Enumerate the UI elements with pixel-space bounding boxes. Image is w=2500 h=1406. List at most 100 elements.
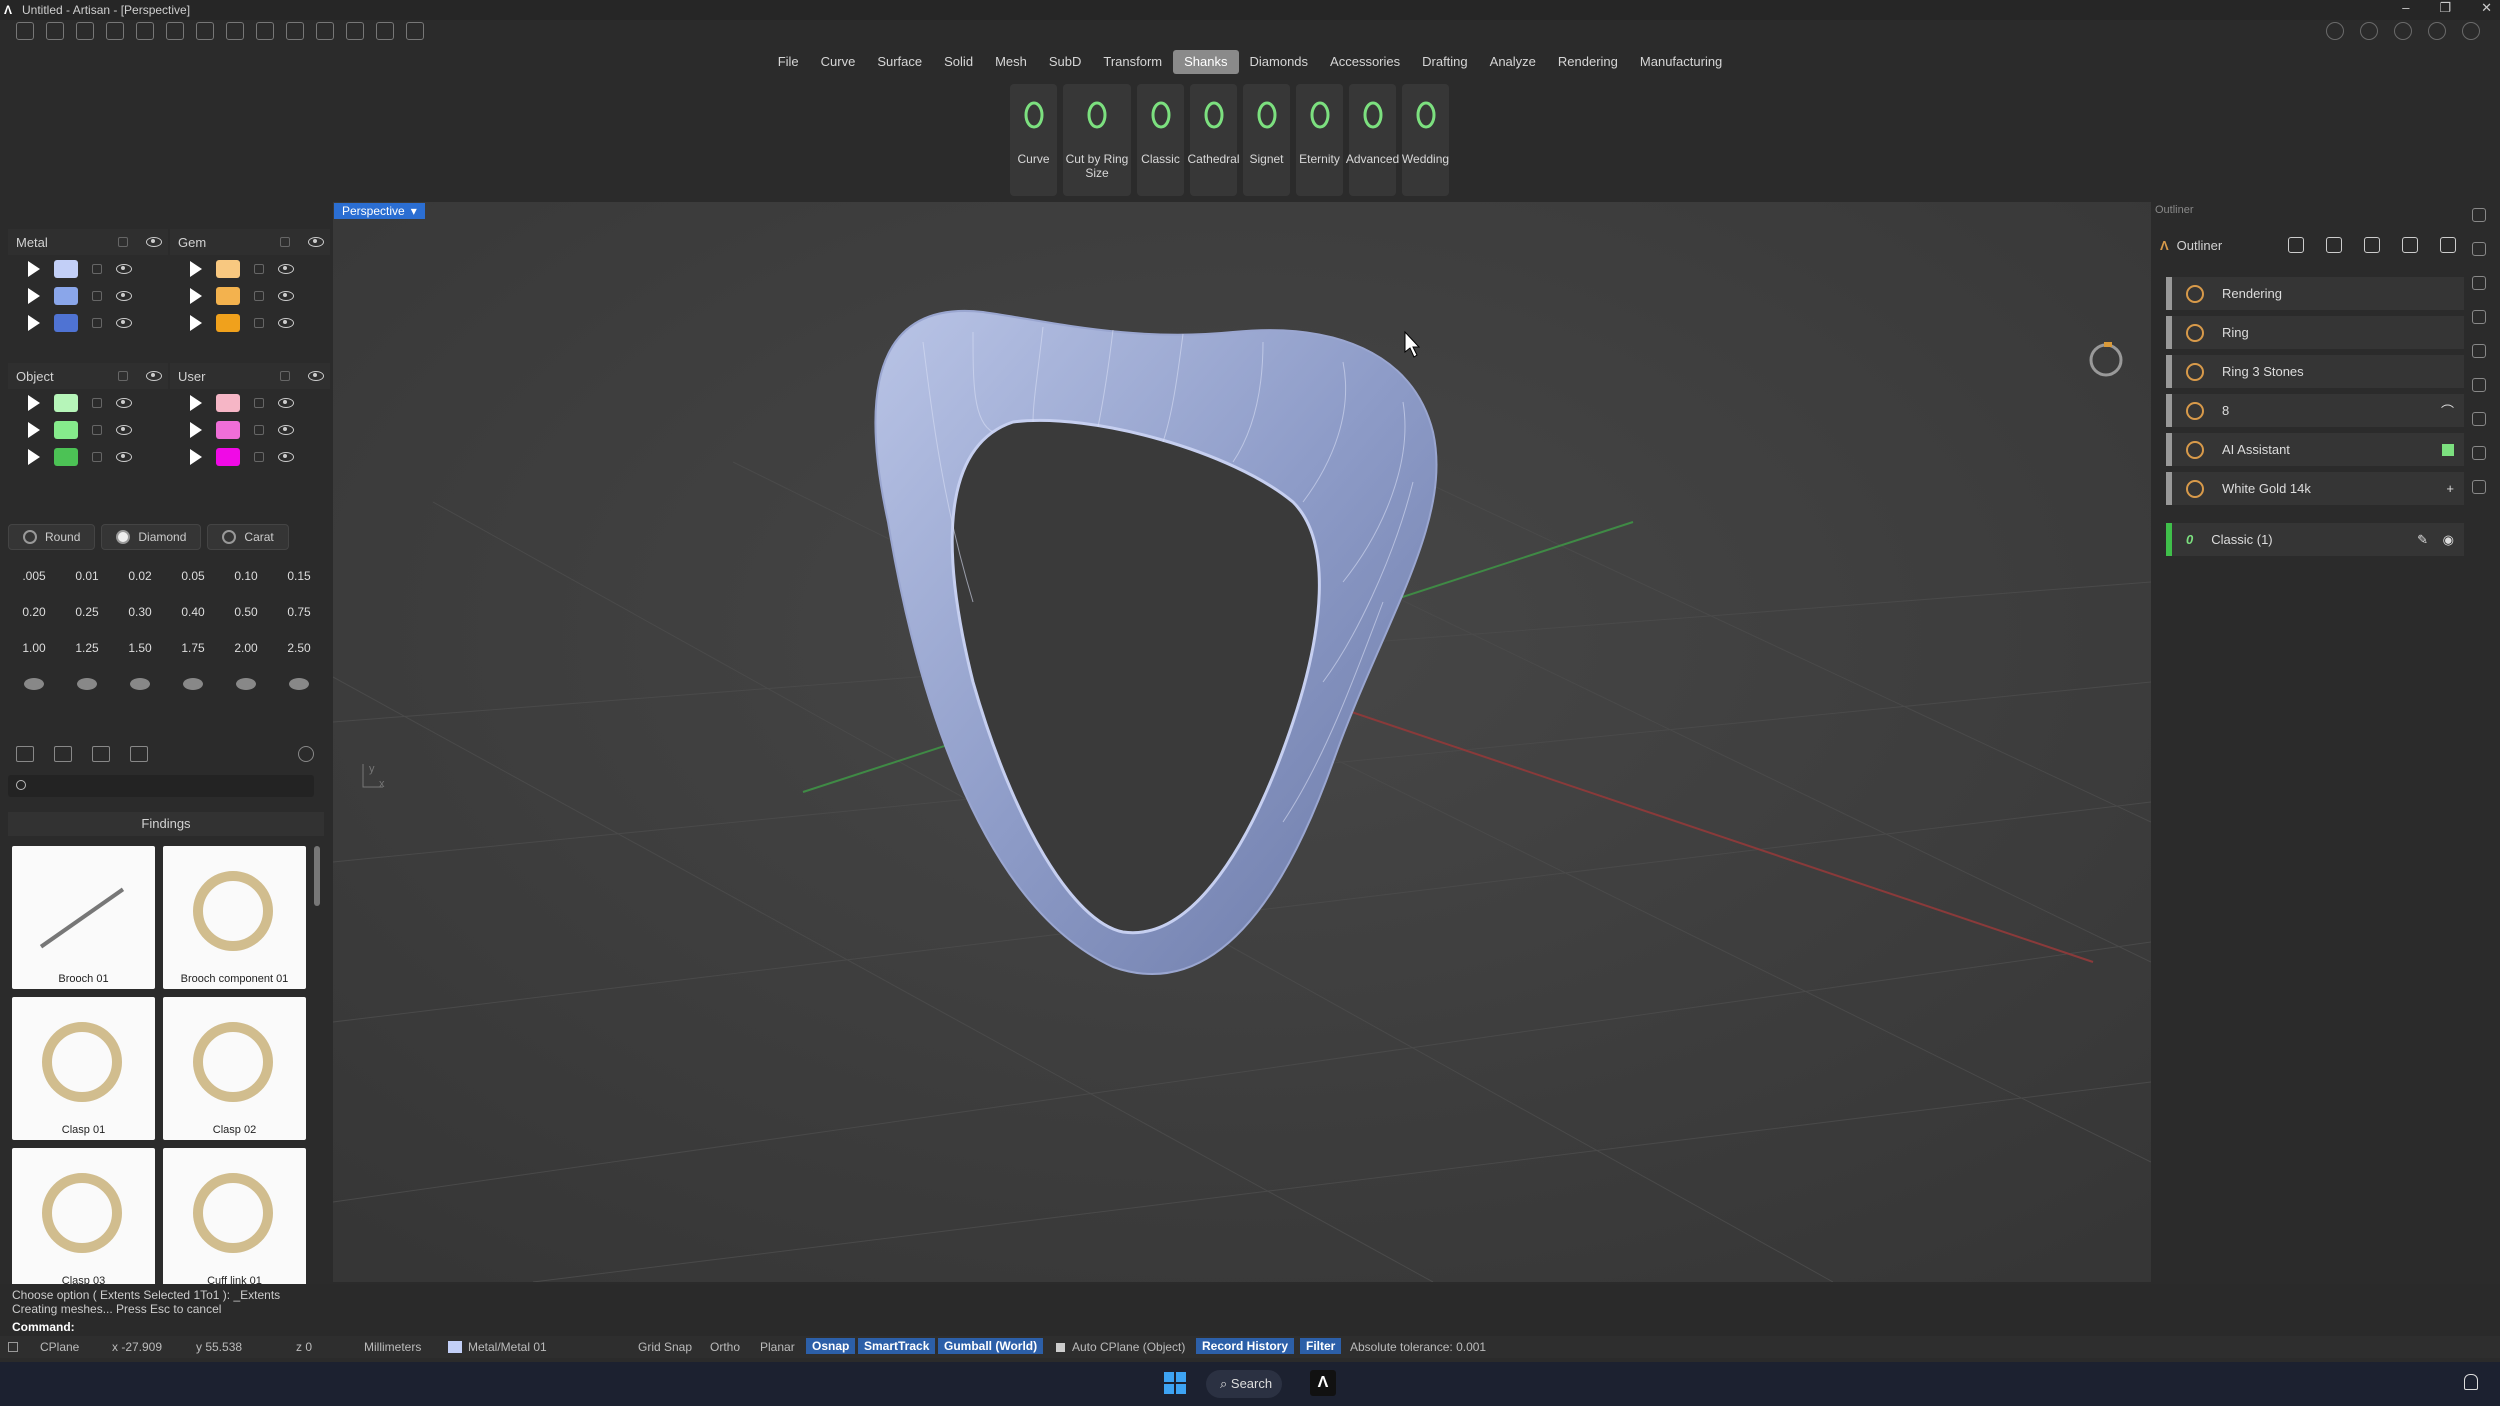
- lock-icon[interactable]: [254, 451, 264, 462]
- display-icon[interactable]: [2472, 412, 2486, 426]
- menu-item-mesh[interactable]: Mesh: [984, 50, 1038, 74]
- lock-icon[interactable]: [118, 371, 128, 381]
- lock-icon[interactable]: [254, 290, 264, 301]
- lock-icon[interactable]: [92, 317, 102, 328]
- eye-icon[interactable]: [308, 371, 324, 381]
- menu-item-shanks[interactable]: Shanks: [1173, 50, 1239, 74]
- artisan-side-icon[interactable]: [2472, 276, 2486, 290]
- expand-icon[interactable]: [190, 314, 202, 331]
- outliner-item[interactable]: 8 ⌒: [2166, 394, 2464, 427]
- gem-shape-dropdown[interactable]: Round: [8, 524, 96, 550]
- new-file-icon[interactable]: [16, 22, 34, 40]
- osnap-toggle[interactable]: Osnap: [806, 1338, 856, 1354]
- finding-thumbnail[interactable]: Cuff link 01: [163, 1148, 306, 1291]
- eye-icon[interactable]: ◉: [2443, 532, 2454, 548]
- layer-row[interactable]: [170, 443, 330, 470]
- expand-icon[interactable]: [190, 394, 202, 411]
- folder-image-icon[interactable]: [92, 746, 110, 762]
- settings-icon[interactable]: [2462, 22, 2480, 40]
- layer-row[interactable]: [170, 282, 330, 309]
- gem-size-button[interactable]: 2.00: [220, 635, 272, 661]
- menu-item-analyze[interactable]: Analyze: [1479, 50, 1547, 74]
- gem-cut-shape-icon[interactable]: [114, 671, 166, 697]
- layer-color-swatch[interactable]: [216, 393, 240, 412]
- gumball-toggle[interactable]: Gumball (World): [938, 1338, 1044, 1354]
- layer-row[interactable]: [170, 309, 330, 336]
- gem-size-button[interactable]: .005: [8, 563, 60, 589]
- assistant-status-icon[interactable]: [2442, 443, 2454, 456]
- layer-row[interactable]: [8, 282, 168, 309]
- finding-thumbnail[interactable]: Brooch component 01: [163, 846, 306, 989]
- outliner-object-row[interactable]: 0 Classic (1) ✎ ◉: [2166, 523, 2464, 556]
- refresh-icon[interactable]: [2402, 237, 2418, 253]
- brush-icon[interactable]: [2472, 378, 2486, 392]
- current-layer[interactable]: Metal/Metal 01: [468, 1340, 547, 1354]
- layer-color-swatch[interactable]: [54, 447, 78, 466]
- undo-icon[interactable]: [136, 22, 154, 40]
- command-prompt[interactable]: Command:: [12, 1320, 75, 1334]
- finding-thumbnail[interactable]: Clasp 02: [163, 997, 306, 1140]
- gem-size-button[interactable]: 1.00: [8, 635, 60, 661]
- eye-icon[interactable]: [116, 290, 132, 301]
- eye-icon[interactable]: [116, 397, 132, 408]
- tool-e-icon[interactable]: [406, 22, 424, 40]
- layer-color-swatch[interactable]: [54, 286, 78, 305]
- filter-toggle[interactable]: Filter: [1300, 1338, 1342, 1354]
- menu-item-surface[interactable]: Surface: [866, 50, 933, 74]
- close-button[interactable]: ✕: [2481, 0, 2492, 16]
- expand-icon[interactable]: [28, 287, 40, 304]
- notification-bell-icon[interactable]: [2464, 1374, 2478, 1390]
- menu-item-solid[interactable]: Solid: [933, 50, 984, 74]
- gem-unit-dropdown[interactable]: Carat: [207, 524, 289, 550]
- lock-icon[interactable]: [92, 397, 102, 408]
- gem-cut-shape-icon[interactable]: [61, 671, 113, 697]
- tool-a-icon[interactable]: [286, 22, 304, 40]
- minimize-button[interactable]: –: [2402, 0, 2409, 16]
- smarttrack-toggle[interactable]: SmartTrack: [858, 1338, 936, 1354]
- menu-item-file[interactable]: File: [767, 50, 810, 74]
- sphere-icon[interactable]: [2472, 310, 2486, 324]
- menu-item-rendering[interactable]: Rendering: [1547, 50, 1629, 74]
- new-template-icon[interactable]: [46, 22, 64, 40]
- ribbon-button-classic[interactable]: Classic: [1137, 84, 1184, 196]
- import-icon[interactable]: [106, 22, 124, 40]
- finding-thumbnail[interactable]: Brooch 01: [12, 846, 155, 989]
- gem-size-button[interactable]: 2.50: [273, 635, 325, 661]
- eye-icon[interactable]: [278, 290, 294, 301]
- balance-icon[interactable]: [2326, 237, 2342, 253]
- eye-icon[interactable]: [146, 371, 162, 381]
- eye-icon[interactable]: [278, 424, 294, 435]
- save-icon[interactable]: [196, 22, 214, 40]
- grid-snap-toggle[interactable]: Grid Snap: [638, 1340, 692, 1354]
- gem-size-button[interactable]: 0.40: [167, 599, 219, 625]
- layer-color-swatch[interactable]: [216, 447, 240, 466]
- gem-size-button[interactable]: 0.10: [220, 563, 272, 589]
- outliner-item[interactable]: Rendering: [2166, 277, 2464, 310]
- expand-icon[interactable]: [28, 394, 40, 411]
- ortho-toggle[interactable]: Ortho: [710, 1340, 740, 1354]
- layers-icon[interactable]: [2394, 22, 2412, 40]
- gem-size-button[interactable]: 0.05: [167, 563, 219, 589]
- menu-item-transform[interactable]: Transform: [1092, 50, 1173, 74]
- menu-item-drafting[interactable]: Drafting: [1411, 50, 1479, 74]
- auto-cplane-label[interactable]: Auto CPlane (Object): [1072, 1340, 1185, 1354]
- eye-icon[interactable]: [116, 451, 132, 462]
- lock-icon[interactable]: [280, 371, 290, 381]
- layer-color-swatch[interactable]: [54, 420, 78, 439]
- menu-item-curve[interactable]: Curve: [810, 50, 867, 74]
- ribbon-button-curve[interactable]: Curve: [1010, 84, 1057, 196]
- ribbon-button-advanced[interactable]: Advanced: [1346, 84, 1399, 196]
- eye-icon[interactable]: [278, 397, 294, 408]
- layer-row[interactable]: [8, 443, 168, 470]
- redo-icon[interactable]: [166, 22, 184, 40]
- layer-color-swatch[interactable]: [54, 259, 78, 278]
- perspective-viewport[interactable]: y x: [333, 202, 2151, 1282]
- eye-icon[interactable]: [278, 317, 294, 328]
- ribbon-button-cathedral[interactable]: Cathedral: [1187, 84, 1240, 196]
- outliner-item[interactable]: Ring 3 Stones: [2166, 355, 2464, 388]
- cplane-label[interactable]: CPlane: [40, 1340, 79, 1354]
- eye-icon[interactable]: [278, 263, 294, 274]
- layer-color-swatch[interactable]: [216, 420, 240, 439]
- tool-d-icon[interactable]: [376, 22, 394, 40]
- tool-c-icon[interactable]: [346, 22, 364, 40]
